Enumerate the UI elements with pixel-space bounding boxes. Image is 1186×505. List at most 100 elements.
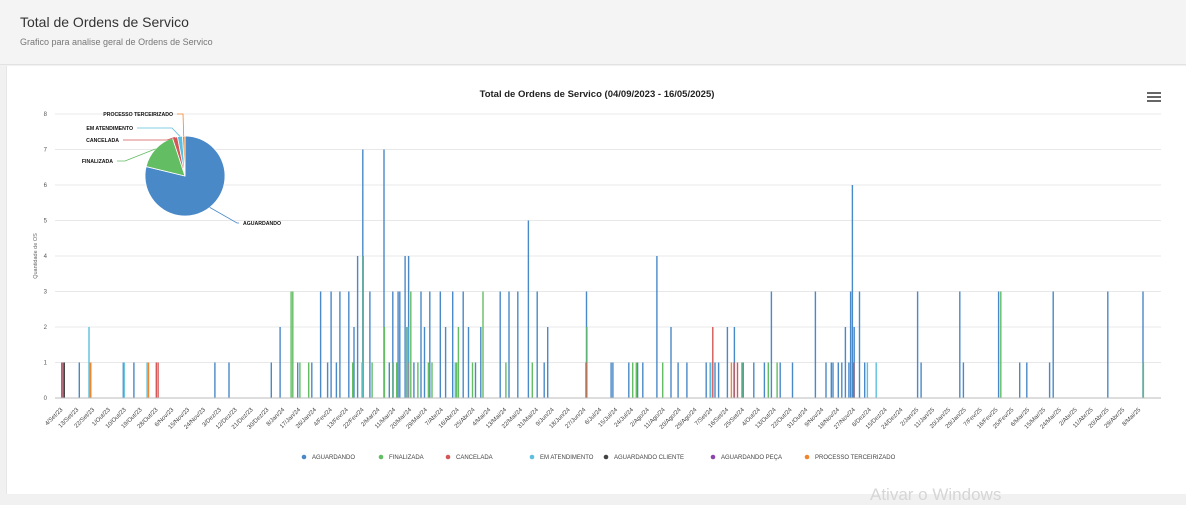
bar-aguardando bbox=[1019, 362, 1021, 398]
bar-aguardando bbox=[444, 327, 447, 398]
bar-aguardando bbox=[677, 362, 679, 398]
bar-aguardando bbox=[462, 291, 464, 398]
bar-aguardando bbox=[397, 291, 399, 398]
pie-connector bbox=[177, 113, 185, 137]
bar-finalizada bbox=[662, 362, 664, 398]
legend-marker bbox=[445, 454, 451, 460]
bar-cancelada bbox=[157, 362, 159, 398]
legend-marker bbox=[603, 454, 609, 460]
bar-finalizada bbox=[352, 362, 354, 398]
legend-marker bbox=[710, 454, 716, 460]
bar-finalizada bbox=[455, 362, 458, 398]
bar-aguardando bbox=[670, 327, 672, 398]
bar-aguardando bbox=[959, 291, 961, 398]
bar-aguardando bbox=[832, 362, 834, 398]
bar-finalizada bbox=[362, 256, 364, 398]
bar-aguardando bbox=[753, 362, 755, 398]
bar-finalizada bbox=[482, 291, 484, 398]
bar-finalizada bbox=[290, 291, 292, 398]
bar-aguardando bbox=[439, 291, 441, 398]
hamburger-menu-icon[interactable] bbox=[1145, 90, 1163, 106]
bar-aguardando bbox=[353, 327, 355, 398]
bar-aguardando bbox=[610, 362, 612, 398]
bar-aguardando bbox=[452, 291, 454, 398]
windows-activation-watermark: Ativar o Windows bbox=[870, 485, 1002, 504]
bar-processo-terceirizado bbox=[730, 362, 733, 398]
bar-aguardando bbox=[849, 291, 852, 398]
bar-aguardando bbox=[742, 362, 744, 398]
legend-item: PROCESSO TERCEIRIZADO bbox=[815, 455, 896, 461]
y-axis-title: Quantidade de OS bbox=[33, 233, 39, 279]
bar-em-atendimento bbox=[866, 362, 869, 398]
pie-label: CANCELADA bbox=[86, 138, 119, 144]
bar-em-atendimento bbox=[361, 362, 363, 398]
bar-em-atendimento bbox=[146, 362, 148, 398]
y-tick-label: 1 bbox=[44, 361, 48, 367]
bar-aguardando bbox=[228, 362, 230, 398]
bar-aguardando bbox=[830, 362, 832, 398]
bar-aguardando bbox=[920, 362, 922, 398]
bar-aguardando bbox=[841, 362, 843, 398]
y-tick-label: 8 bbox=[44, 112, 48, 118]
page-title: Total de Ordens de Servico bbox=[20, 14, 189, 30]
bar-finalizada bbox=[392, 362, 394, 398]
bar-finalizada bbox=[427, 362, 430, 398]
bar-aguardando bbox=[508, 291, 510, 398]
bar-aguardando bbox=[319, 291, 322, 398]
legend-marker bbox=[378, 454, 384, 460]
bar-aguardando-cliente bbox=[63, 362, 65, 398]
y-tick-label: 7 bbox=[44, 148, 48, 154]
bar-aguardando bbox=[527, 220, 530, 398]
bar-aguardando bbox=[791, 362, 794, 398]
bar-aguardando bbox=[962, 362, 965, 398]
pie-connector bbox=[123, 136, 176, 141]
bar-aguardando bbox=[356, 256, 359, 398]
y-tick-label: 6 bbox=[44, 183, 48, 189]
bar-finalizada bbox=[741, 362, 743, 398]
bar-aguardando bbox=[726, 327, 729, 398]
bar-aguardando bbox=[1026, 362, 1028, 398]
bar-finalizada bbox=[457, 327, 460, 398]
bar-aguardando bbox=[399, 291, 401, 398]
bar-aguardando bbox=[78, 362, 80, 398]
chart-card: Total de Ordens de Servico (04/09/2023 -… bbox=[6, 66, 1186, 494]
bar-aguardando bbox=[279, 327, 281, 398]
legend-item: AGUARDANDO bbox=[312, 455, 355, 461]
bar-aguardando bbox=[326, 362, 329, 398]
pie-label: AGUARDANDO bbox=[243, 221, 281, 227]
bar-em-atendimento bbox=[875, 362, 877, 398]
bar-aguardando bbox=[297, 362, 299, 398]
bar-cancelada bbox=[853, 362, 855, 398]
bar-aguardando bbox=[413, 362, 415, 398]
bar-finalizada bbox=[308, 362, 310, 398]
y-tick-label: 5 bbox=[44, 219, 48, 225]
bar-aguardando bbox=[61, 362, 63, 398]
y-tick-label: 2 bbox=[44, 325, 48, 331]
bar-aguardando bbox=[335, 362, 338, 398]
bar-cancelada bbox=[585, 362, 587, 398]
bar-aguardando bbox=[480, 327, 482, 398]
bar-finalizada bbox=[776, 362, 778, 398]
bar-cancelada bbox=[733, 362, 735, 398]
bar-aguardando bbox=[330, 291, 332, 398]
bar-cancelada bbox=[736, 362, 739, 398]
bar-finalizada bbox=[417, 362, 419, 398]
legend-marker bbox=[301, 454, 307, 460]
bar-aguardando bbox=[916, 291, 919, 398]
bar-aguardando bbox=[429, 291, 431, 398]
bar-aguardando bbox=[714, 362, 716, 398]
bar-aguardando bbox=[369, 291, 371, 398]
chart-title: Total de Ordens de Servico (04/09/2023 -… bbox=[480, 89, 715, 100]
bar-aguardando bbox=[133, 362, 135, 398]
bar-em-atendimento bbox=[88, 327, 90, 398]
bar-aguardando bbox=[348, 291, 350, 398]
bar-aguardando bbox=[339, 291, 341, 398]
y-tick-label: 3 bbox=[44, 290, 48, 296]
bar-em-atendimento bbox=[407, 327, 409, 398]
bar-aguardando bbox=[705, 362, 707, 398]
bar-aguardando bbox=[814, 291, 817, 398]
bar-aguardando bbox=[474, 362, 477, 398]
pie-label: EM ATENDIMENTO bbox=[86, 126, 133, 132]
bar-aguardando bbox=[770, 291, 773, 398]
bar-aguardando bbox=[1048, 362, 1051, 398]
